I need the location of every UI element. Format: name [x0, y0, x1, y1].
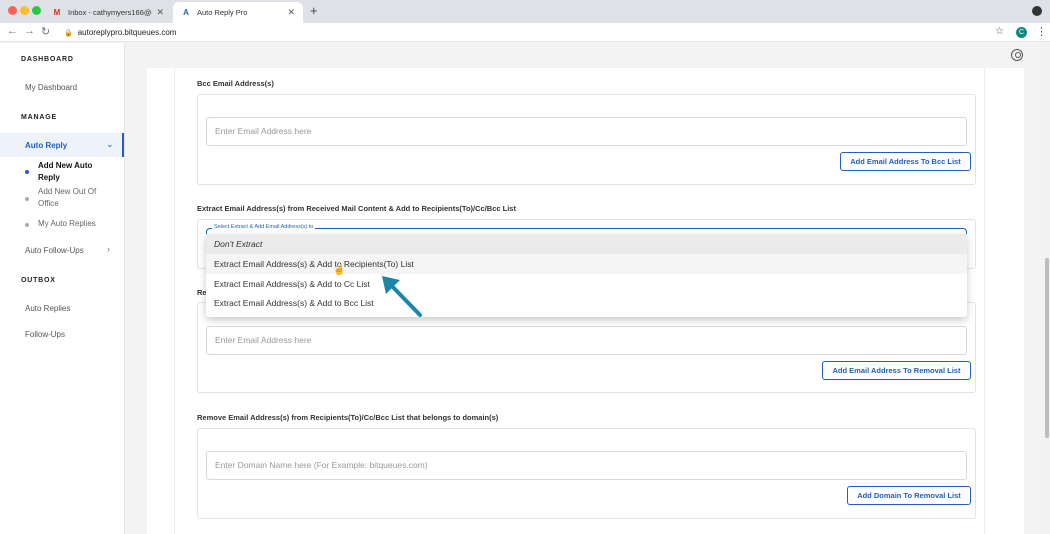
sidebar-item-auto-follow-ups[interactable]: Auto Follow-Ups: [25, 246, 84, 255]
close-tab-icon[interactable]: ✕: [156, 7, 164, 18]
domain-input[interactable]: Enter Domain Name here (For Example: bit…: [206, 451, 967, 480]
close-window-button[interactable]: [8, 6, 17, 15]
hand-cursor-icon: ☝: [333, 265, 346, 276]
dropdown-option-add-to-bcc[interactable]: Extract Email Address(s) & Add to Bcc Li…: [206, 293, 967, 313]
bullet-icon: [25, 197, 29, 201]
add-domain-to-removal-list-button[interactable]: Add Domain To Removal List: [847, 486, 971, 505]
bcc-email-input[interactable]: Enter Email Address here: [206, 117, 967, 146]
add-to-bcc-button[interactable]: Add Email Address To Bcc List: [840, 152, 971, 171]
minimize-window-button[interactable]: [20, 6, 29, 15]
back-icon[interactable]: ←: [7, 25, 18, 37]
add-to-removal-list-button[interactable]: Add Email Address To Removal List: [822, 361, 971, 380]
sidebar-item-label: Auto Reply: [25, 141, 68, 150]
gmail-icon: M: [53, 7, 61, 17]
browser-tab-auto-reply-pro[interactable]: A Auto Reply Pro ✕: [173, 2, 303, 23]
sidebar-item-follow-ups[interactable]: Follow-Ups: [25, 330, 65, 339]
remove-email-input[interactable]: Enter Email Address here: [206, 326, 967, 355]
bcc-label: Bcc Email Address(s): [197, 79, 274, 88]
forward-icon[interactable]: →: [24, 25, 35, 37]
domain-label: Remove Email Address(s) from Recipients(…: [197, 413, 499, 422]
sidebar-item-auto-reply[interactable]: Auto Reply ⌄: [0, 133, 124, 157]
bookmark-star-icon[interactable]: ☆: [995, 26, 1004, 37]
dropdown-option-dont-extract[interactable]: Don't Extract: [206, 234, 967, 254]
more-options-icon[interactable]: ⋮: [1036, 25, 1047, 38]
maximize-window-button[interactable]: [32, 6, 41, 15]
chevron-down-icon: ⌄: [106, 139, 114, 149]
scrollbar-thumb[interactable]: [1045, 258, 1049, 438]
browser-tab-gmail[interactable]: M Inbox - cathymyers166@gmail. ✕: [44, 2, 172, 23]
auto-reply-pro-icon: A: [183, 7, 189, 17]
manage-heading: MANAGE: [21, 114, 57, 121]
bullet-icon: [25, 170, 29, 174]
user-account-icon[interactable]: [1011, 49, 1023, 61]
sidebar-subitem-add-new-out-of-office[interactable]: Add New Out Of Office: [38, 186, 113, 210]
extract-dropdown-menu: Don't Extract Extract Email Address(s) &…: [206, 234, 967, 317]
tab-title: Inbox - cathymyers166@gmail.: [68, 8, 152, 17]
address-bar-row: ← → ↻ 🔒 autoreplypro.bitqueues.com ☆ C ⋮: [0, 23, 1050, 42]
tab-title: Auto Reply Pro: [197, 8, 248, 17]
close-tab-icon[interactable]: ✕: [287, 7, 295, 18]
browser-tab-bar: M Inbox - cathymyers166@gmail. ✕ A Auto …: [0, 0, 1050, 23]
sidebar-subitem-my-auto-replies[interactable]: My Auto Replies: [38, 218, 113, 230]
outbox-heading: OUTBOX: [21, 277, 56, 284]
url-text: autoreplypro.bitqueues.com: [77, 28, 177, 37]
sidebar: DASHBOARD My Dashboard MANAGE Auto Reply…: [0, 43, 125, 534]
profile-avatar[interactable]: C: [1016, 27, 1027, 38]
annotation-arrow-icon: [382, 276, 422, 317]
dropdown-option-add-to-cc[interactable]: Extract Email Address(s) & Add to Cc Lis…: [206, 274, 967, 294]
browser-menu-icon[interactable]: [1032, 6, 1042, 16]
url-field[interactable]: 🔒 autoreplypro.bitqueues.com: [58, 26, 998, 40]
sidebar-item-my-dashboard[interactable]: My Dashboard: [25, 83, 77, 92]
extract-label: Extract Email Address(s) from Received M…: [197, 204, 516, 213]
new-tab-icon[interactable]: +: [310, 3, 318, 18]
bullet-icon: [25, 223, 29, 227]
extract-select-legend: Select Extract & Add Email Address(s) to: [212, 224, 316, 230]
reload-icon[interactable]: ↻: [41, 25, 50, 38]
dropdown-option-add-to-recipients[interactable]: Extract Email Address(s) & Add to Recipi…: [206, 254, 967, 274]
dashboard-heading: DASHBOARD: [21, 56, 74, 63]
chevron-right-icon: ›: [107, 244, 110, 254]
sidebar-item-auto-replies[interactable]: Auto Replies: [25, 304, 70, 313]
lock-icon: 🔒: [64, 30, 73, 37]
sidebar-subitem-add-new-auto-reply[interactable]: Add New Auto Reply: [38, 160, 113, 184]
